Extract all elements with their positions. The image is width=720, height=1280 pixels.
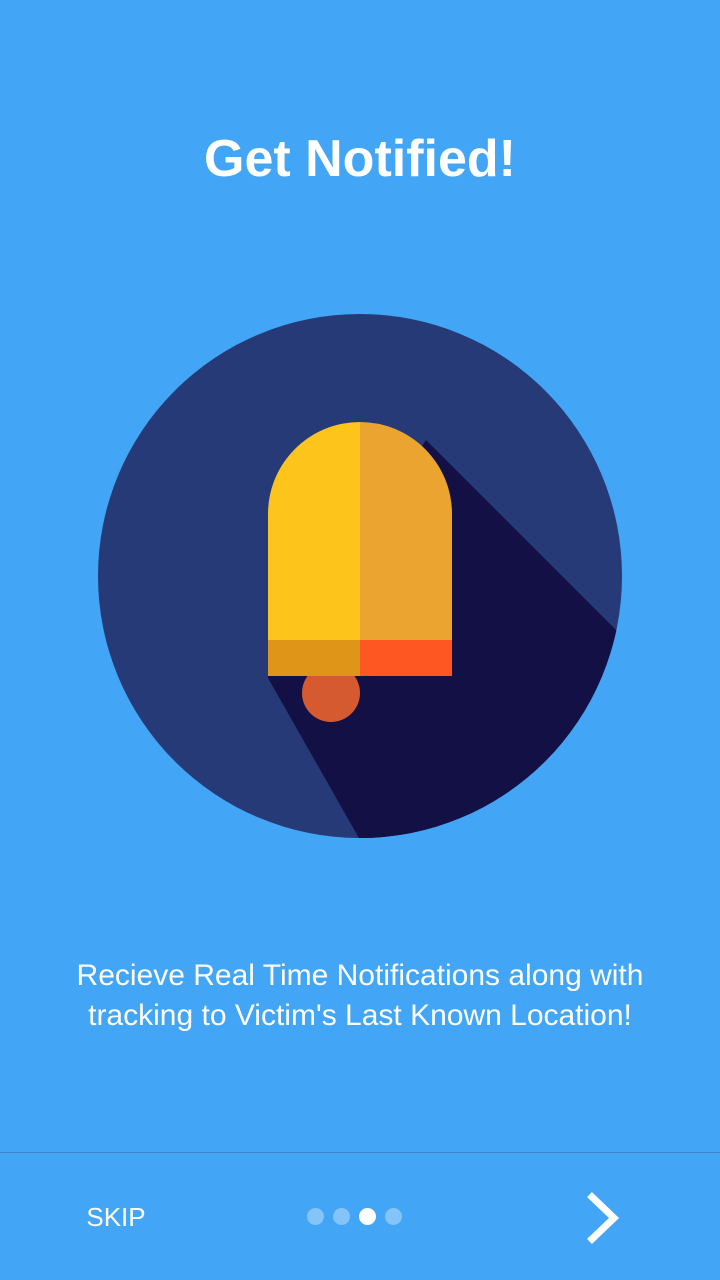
illustration xyxy=(96,312,624,840)
chevron-right-icon xyxy=(587,1192,620,1244)
bell-rim-right xyxy=(360,640,452,676)
page-title: Get Notified! xyxy=(204,130,516,188)
skip-button[interactable]: SKIP xyxy=(58,1193,174,1241)
page-indicator xyxy=(307,1207,402,1225)
bottom-navigation-bar: SKIP xyxy=(0,1153,720,1280)
page-indicator-dot xyxy=(307,1207,324,1225)
page-indicator-dot xyxy=(333,1207,350,1225)
bell-rim-left xyxy=(268,640,360,676)
page-indicator-dot-active xyxy=(359,1207,376,1225)
onboarding-screen: Get Notified! Recieve Real Time Notifica… xyxy=(0,0,720,1280)
page-indicator-dot xyxy=(385,1207,402,1225)
bell-icon xyxy=(98,314,622,838)
next-button[interactable] xyxy=(572,1181,636,1253)
onboarding-description: Recieve Real Time Notifications along wi… xyxy=(76,959,644,1032)
